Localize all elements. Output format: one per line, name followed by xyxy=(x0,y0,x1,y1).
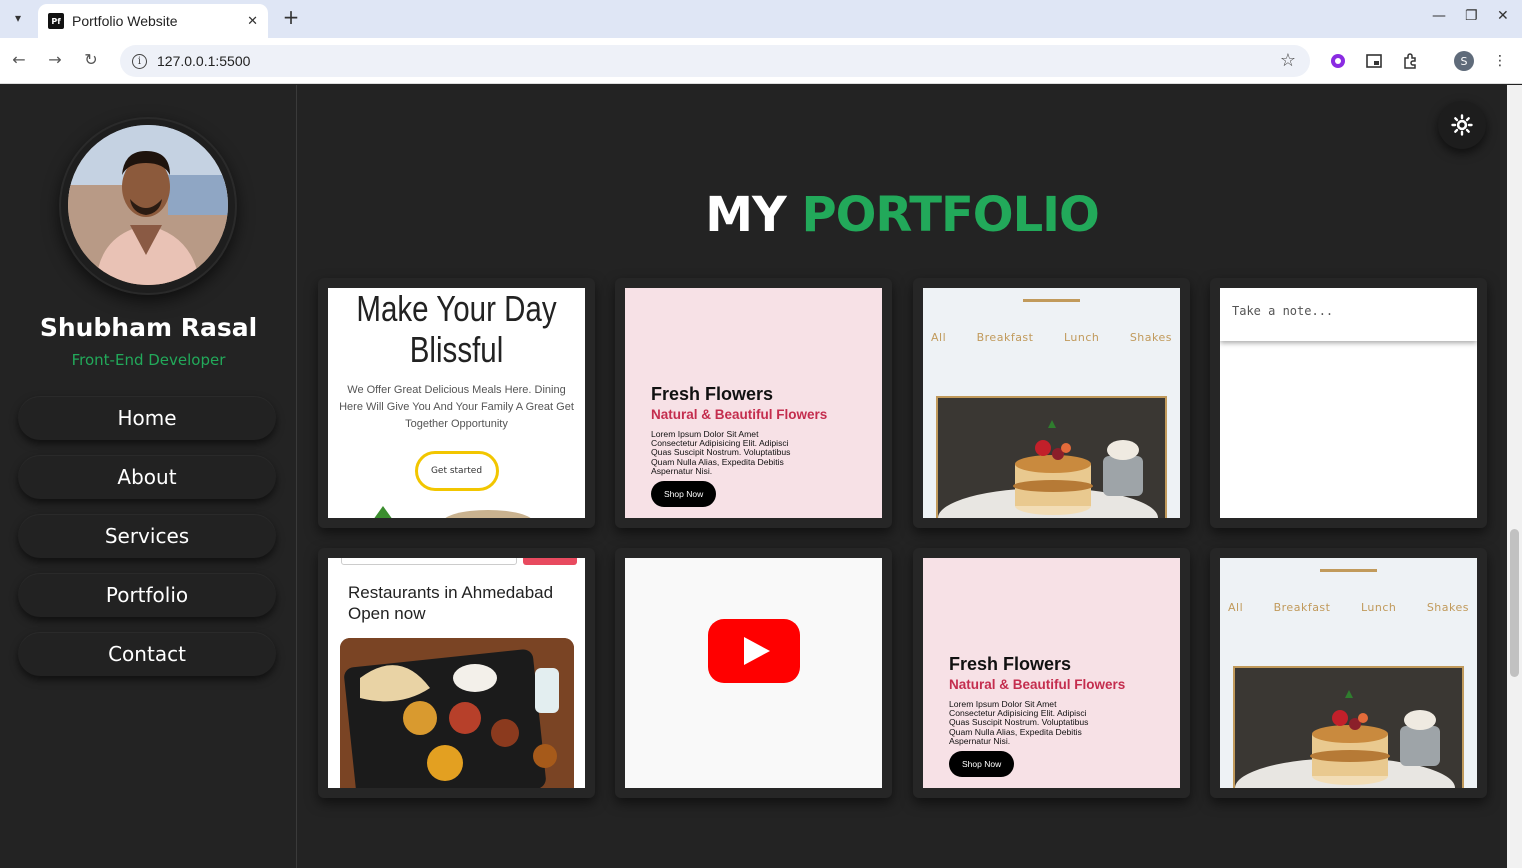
menu-cat-all[interactable]: All xyxy=(1228,601,1243,614)
food-text: We Offer Great Delicious Meals Here. Din… xyxy=(339,384,574,430)
flowers-text: Lorem Ipsum Dolor Sit Amet Consectetur A… xyxy=(949,699,1089,746)
nav-about[interactable]: About xyxy=(18,455,276,499)
menu-cat-all[interactable]: All xyxy=(931,331,946,344)
menu-cat-shakes[interactable]: Shakes xyxy=(1427,601,1469,614)
shop-now-button[interactable]: Shop Now xyxy=(949,751,1015,778)
nav-portfolio[interactable]: Portfolio xyxy=(18,573,276,617)
get-started-button[interactable]: Get started xyxy=(414,451,499,491)
menu-preview-2: All Breakfast Lunch Shakes xyxy=(1220,558,1477,788)
youtube-play-icon[interactable] xyxy=(708,619,800,683)
sun-icon xyxy=(1451,114,1473,136)
restore-icon[interactable]: ❐ xyxy=(1465,8,1478,24)
sidebar: Shubham Rasal Front-End Developer Home A… xyxy=(0,85,297,868)
restaurant-search-input[interactable] xyxy=(341,558,517,565)
menu-cat-lunch[interactable]: Lunch xyxy=(1064,331,1099,344)
profile-name: Shubham Rasal xyxy=(39,313,258,342)
flowers-preview-2: Fresh Flowers Natural & Beautiful Flower… xyxy=(923,558,1180,788)
flowers-subtitle: Natural & Beautiful Flowers xyxy=(651,407,828,422)
close-window-icon[interactable]: ✕ xyxy=(1497,8,1509,24)
profile-avatar[interactable]: S xyxy=(1454,51,1474,71)
menu-underline xyxy=(1320,569,1377,572)
flowers-title: Fresh Flowers xyxy=(651,384,774,404)
site-info-icon[interactable]: i xyxy=(132,53,147,69)
menu-categories: All Breakfast Lunch Shakes xyxy=(923,331,1180,344)
shop-now-button[interactable]: Shop Now xyxy=(651,481,717,508)
menu-kebab-icon[interactable]: ⋮ xyxy=(1490,51,1510,71)
theme-toggle-button[interactable] xyxy=(1438,101,1486,149)
menu-preview: All Breakfast Lunch Shakes xyxy=(923,288,1180,518)
flowers-title: Fresh Flowers xyxy=(949,654,1072,674)
food-preview: Make Your Day Blissful We Offer Great De… xyxy=(328,288,585,518)
nav-contact[interactable]: Contact xyxy=(18,632,276,676)
portfolio-card-restaurant[interactable]: Restaurants in Ahmedabad Open now xyxy=(318,548,595,798)
restaurant-preview: Restaurants in Ahmedabad Open now xyxy=(328,558,585,788)
food-decoration-icon xyxy=(374,506,531,518)
forward-icon[interactable]: → xyxy=(44,50,66,69)
portfolio-card-menu-2[interactable]: All Breakfast Lunch Shakes xyxy=(1210,548,1487,798)
portfolio-heading: MY PORTFOLIO xyxy=(297,187,1507,243)
tab-title: Portfolio Website xyxy=(72,13,178,29)
nav-home[interactable]: Home xyxy=(18,396,276,440)
menu-cat-lunch[interactable]: Lunch xyxy=(1361,601,1396,614)
heading-green: PORTFOLIO xyxy=(801,187,1099,243)
menu-underline xyxy=(1023,299,1080,302)
page-scrollbar[interactable] xyxy=(1507,85,1522,868)
food-title: Make Your Day Blissful xyxy=(356,288,557,370)
new-tab-icon[interactable]: + xyxy=(280,5,302,29)
pancake-image xyxy=(1233,666,1464,788)
menu-categories: All Breakfast Lunch Shakes xyxy=(1220,601,1477,614)
flowers-text: Lorem Ipsum Dolor Sit Amet Consectetur A… xyxy=(651,429,791,476)
address-bar[interactable]: i 127.0.0.1:5500 ☆ xyxy=(120,45,1310,77)
scrollbar-thumb[interactable] xyxy=(1510,529,1519,677)
thali-image xyxy=(340,638,574,788)
back-icon[interactable]: ← xyxy=(8,50,30,69)
bookmark-star-icon[interactable]: ☆ xyxy=(1280,50,1296,71)
portfolio-card-notes[interactable]: Take a note... xyxy=(1210,278,1487,528)
pancake-image xyxy=(936,396,1167,518)
portfolio-card-flowers-2[interactable]: Fresh Flowers Natural & Beautiful Flower… xyxy=(913,548,1190,798)
portfolio-card-menu[interactable]: All Breakfast Lunch Shakes xyxy=(913,278,1190,528)
youtube-preview xyxy=(625,558,882,788)
browser-toolbar: ← → ↻ i 127.0.0.1:5500 ☆ ⋮ xyxy=(0,38,1522,84)
restaurant-search-button[interactable] xyxy=(523,558,577,565)
minimize-icon[interactable]: — xyxy=(1432,8,1446,24)
extension-icon[interactable] xyxy=(1328,51,1348,71)
flowers-subtitle: Natural & Beautiful Flowers xyxy=(949,677,1126,692)
heading-white: MY xyxy=(705,187,787,243)
avatar-frame xyxy=(59,117,237,295)
close-tab-icon[interactable]: ✕ xyxy=(247,14,258,29)
portfolio-card-food[interactable]: Make Your Day Blissful We Offer Great De… xyxy=(318,278,595,528)
nav-services[interactable]: Services xyxy=(18,514,276,558)
reload-icon[interactable]: ↻ xyxy=(80,50,102,69)
browser-tab-bar: ▾ Pf Portfolio Website ✕ + — ❐ ✕ xyxy=(0,0,1522,38)
favicon-icon: Pf xyxy=(48,13,64,29)
avatar xyxy=(68,125,228,285)
profile-role: Front-End Developer xyxy=(71,351,226,369)
menu-cat-shakes[interactable]: Shakes xyxy=(1130,331,1172,344)
note-input[interactable]: Take a note... xyxy=(1220,288,1477,341)
portfolio-card-youtube[interactable] xyxy=(615,548,892,798)
url-text: 127.0.0.1:5500 xyxy=(157,53,251,69)
restaurant-title: Restaurants in Ahmedabad Open now xyxy=(348,583,554,623)
extensions-puzzle-icon[interactable] xyxy=(1400,51,1420,71)
picture-in-picture-icon[interactable] xyxy=(1364,51,1384,71)
tab-search-icon[interactable]: ▾ xyxy=(6,6,30,30)
menu-cat-breakfast[interactable]: Breakfast xyxy=(1274,601,1331,614)
flowers-preview: Fresh Flowers Natural & Beautiful Flower… xyxy=(625,288,882,518)
notes-preview: Take a note... xyxy=(1220,288,1477,518)
page: Shubham Rasal Front-End Developer Home A… xyxy=(0,85,1507,868)
menu-cat-breakfast[interactable]: Breakfast xyxy=(977,331,1034,344)
portfolio-card-flowers[interactable]: Fresh Flowers Natural & Beautiful Flower… xyxy=(615,278,892,528)
browser-tab[interactable]: Pf Portfolio Website ✕ xyxy=(38,4,268,38)
